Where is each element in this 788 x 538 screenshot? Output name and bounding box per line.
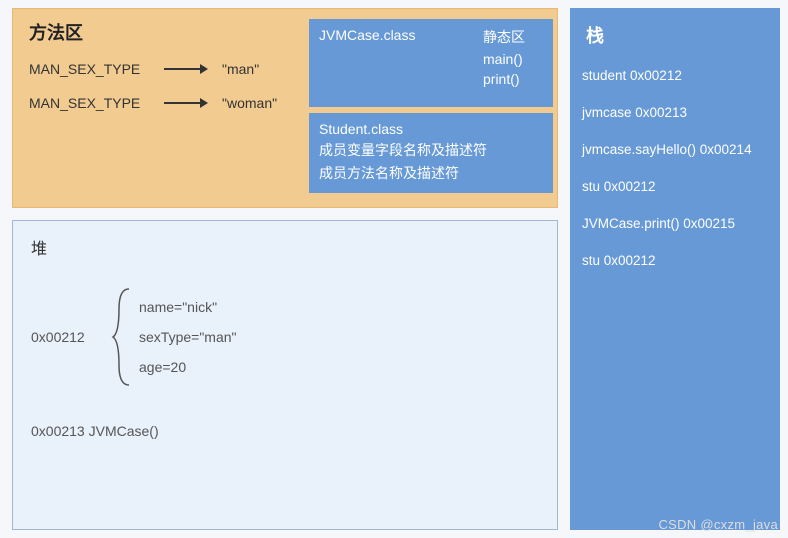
class-method: print() <box>483 71 520 87</box>
class-name: JVMCase.class <box>319 27 415 43</box>
constant-row: MAN_SEX_TYPE "woman" <box>29 95 309 111</box>
left-column: 方法区 MAN_SEX_TYPE "man" MAN_SEX_TYPE "wom… <box>12 8 558 530</box>
constant-name: MAN_SEX_TYPE <box>29 95 164 111</box>
object-field: name="nick" <box>139 299 237 315</box>
stack-frame: stu 0x00212 <box>582 179 768 194</box>
brace-icon <box>111 287 135 387</box>
heap-object: 0x00212 name="nick" sexType="man" age=20 <box>31 287 539 387</box>
constant-row: MAN_SEX_TYPE "man" <box>29 61 309 77</box>
object-field: sexType="man" <box>139 329 237 345</box>
stack-frame: student 0x00212 <box>582 68 768 83</box>
watermark: CSDN @cxzm_java <box>658 517 778 532</box>
class-name: Student.class <box>319 121 543 137</box>
arrow-icon <box>164 98 218 108</box>
student-class-box: Student.class 成员变量字段名称及描述符 成员方法名称及描述符 <box>309 113 553 193</box>
method-area-panel: 方法区 MAN_SEX_TYPE "man" MAN_SEX_TYPE "wom… <box>12 8 558 208</box>
stack-frame: jvmcase.sayHello() 0x00214 <box>582 142 768 157</box>
heap-panel: 堆 0x00212 name="nick" sexType="man" age=… <box>12 220 558 530</box>
stack-frame: JVMCase.print() 0x00215 <box>582 216 768 231</box>
stack-panel: 栈 student 0x00212 jvmcase 0x00213 jvmcas… <box>570 8 780 530</box>
stack-frame: jvmcase 0x00213 <box>582 105 768 120</box>
constant-name: MAN_SEX_TYPE <box>29 61 164 77</box>
constant-value: "woman" <box>222 95 277 111</box>
stack-title: 栈 <box>586 22 768 48</box>
class-desc-line: 成员方法名称及描述符 <box>319 163 543 183</box>
class-method: main() <box>483 51 523 67</box>
stack-frame: stu 0x00212 <box>582 253 768 268</box>
jvmcase-class-box: JVMCase.class 静态区 main() print() <box>309 19 553 107</box>
heap-instance-line: 0x00213 JVMCase() <box>31 423 539 439</box>
method-area-title: 方法区 <box>29 19 309 45</box>
constant-value: "man" <box>222 61 259 77</box>
arrow-icon <box>164 64 218 74</box>
class-desc-line: 成员变量字段名称及描述符 <box>319 140 543 160</box>
method-area-classes: JVMCase.class 静态区 main() print() Student… <box>309 19 557 197</box>
method-area-constants: 方法区 MAN_SEX_TYPE "man" MAN_SEX_TYPE "wom… <box>29 19 309 197</box>
object-address: 0x00212 <box>31 329 111 345</box>
diagram-root: 方法区 MAN_SEX_TYPE "man" MAN_SEX_TYPE "wom… <box>12 8 780 530</box>
heap-title: 堆 <box>31 235 539 259</box>
object-field: age=20 <box>139 359 237 375</box>
static-area-label: 静态区 <box>483 27 525 47</box>
object-fields: name="nick" sexType="man" age=20 <box>139 299 237 375</box>
